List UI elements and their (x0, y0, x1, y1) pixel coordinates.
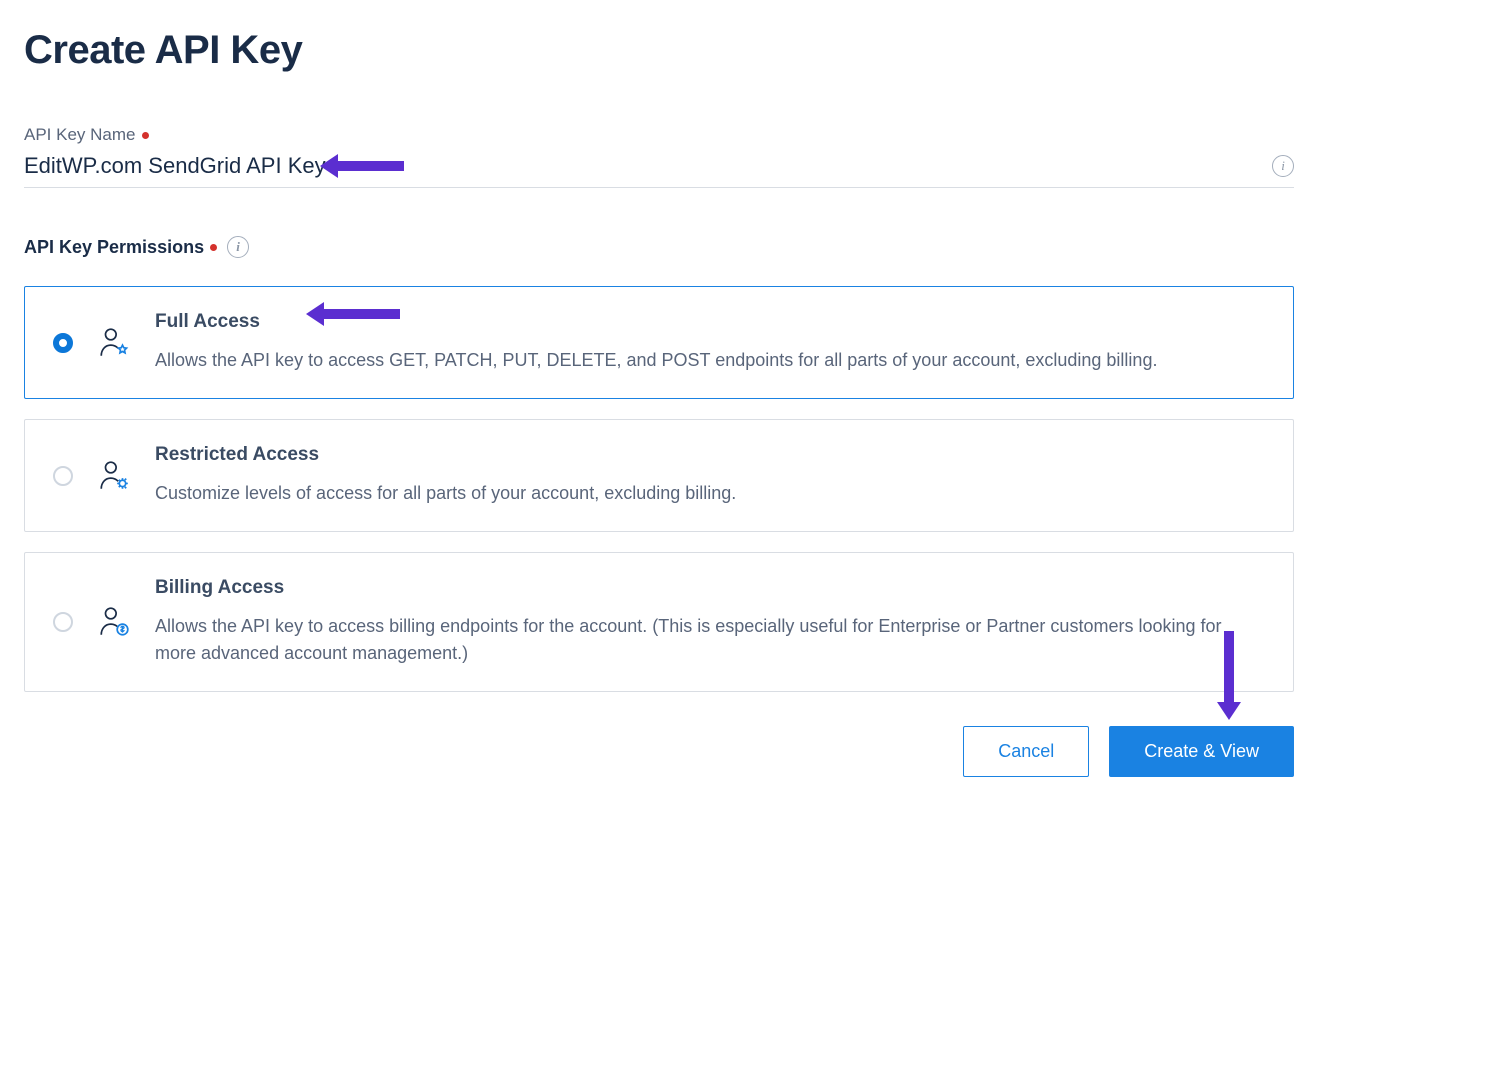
info-icon[interactable]: i (1272, 155, 1294, 177)
option-description: Customize levels of access for all parts… (155, 480, 1265, 507)
permission-option-billing-access[interactable]: Billing Access Allows the API key to acc… (24, 552, 1294, 692)
create-and-view-button[interactable]: Create & View (1109, 726, 1294, 777)
required-indicator-icon (142, 132, 149, 139)
permission-option-restricted-access[interactable]: Restricted Access Customize levels of ac… (24, 419, 1294, 532)
info-icon[interactable]: i (227, 236, 249, 258)
option-title: Restricted Access (155, 444, 1265, 466)
api-key-name-label-text: API Key Name (24, 125, 136, 145)
radio-restricted-access[interactable] (53, 466, 73, 486)
user-star-icon (97, 326, 131, 360)
radio-full-access[interactable] (53, 333, 73, 353)
required-indicator-icon (210, 244, 217, 251)
page-title: Create API Key (24, 28, 1294, 73)
user-gear-icon (97, 459, 131, 493)
cancel-button[interactable]: Cancel (963, 726, 1089, 777)
api-key-name-label: API Key Name (24, 125, 1294, 145)
api-key-name-input[interactable] (24, 151, 1272, 181)
permissions-section-label: API Key Permissions (24, 237, 204, 258)
option-description: Allows the API key to access billing end… (155, 613, 1265, 667)
radio-billing-access[interactable] (53, 612, 73, 632)
option-title: Full Access (155, 311, 1265, 333)
user-dollar-icon (97, 605, 131, 639)
permission-option-full-access[interactable]: Full Access Allows the API key to access… (24, 286, 1294, 399)
option-title: Billing Access (155, 577, 1265, 599)
option-description: Allows the API key to access GET, PATCH,… (155, 347, 1265, 374)
